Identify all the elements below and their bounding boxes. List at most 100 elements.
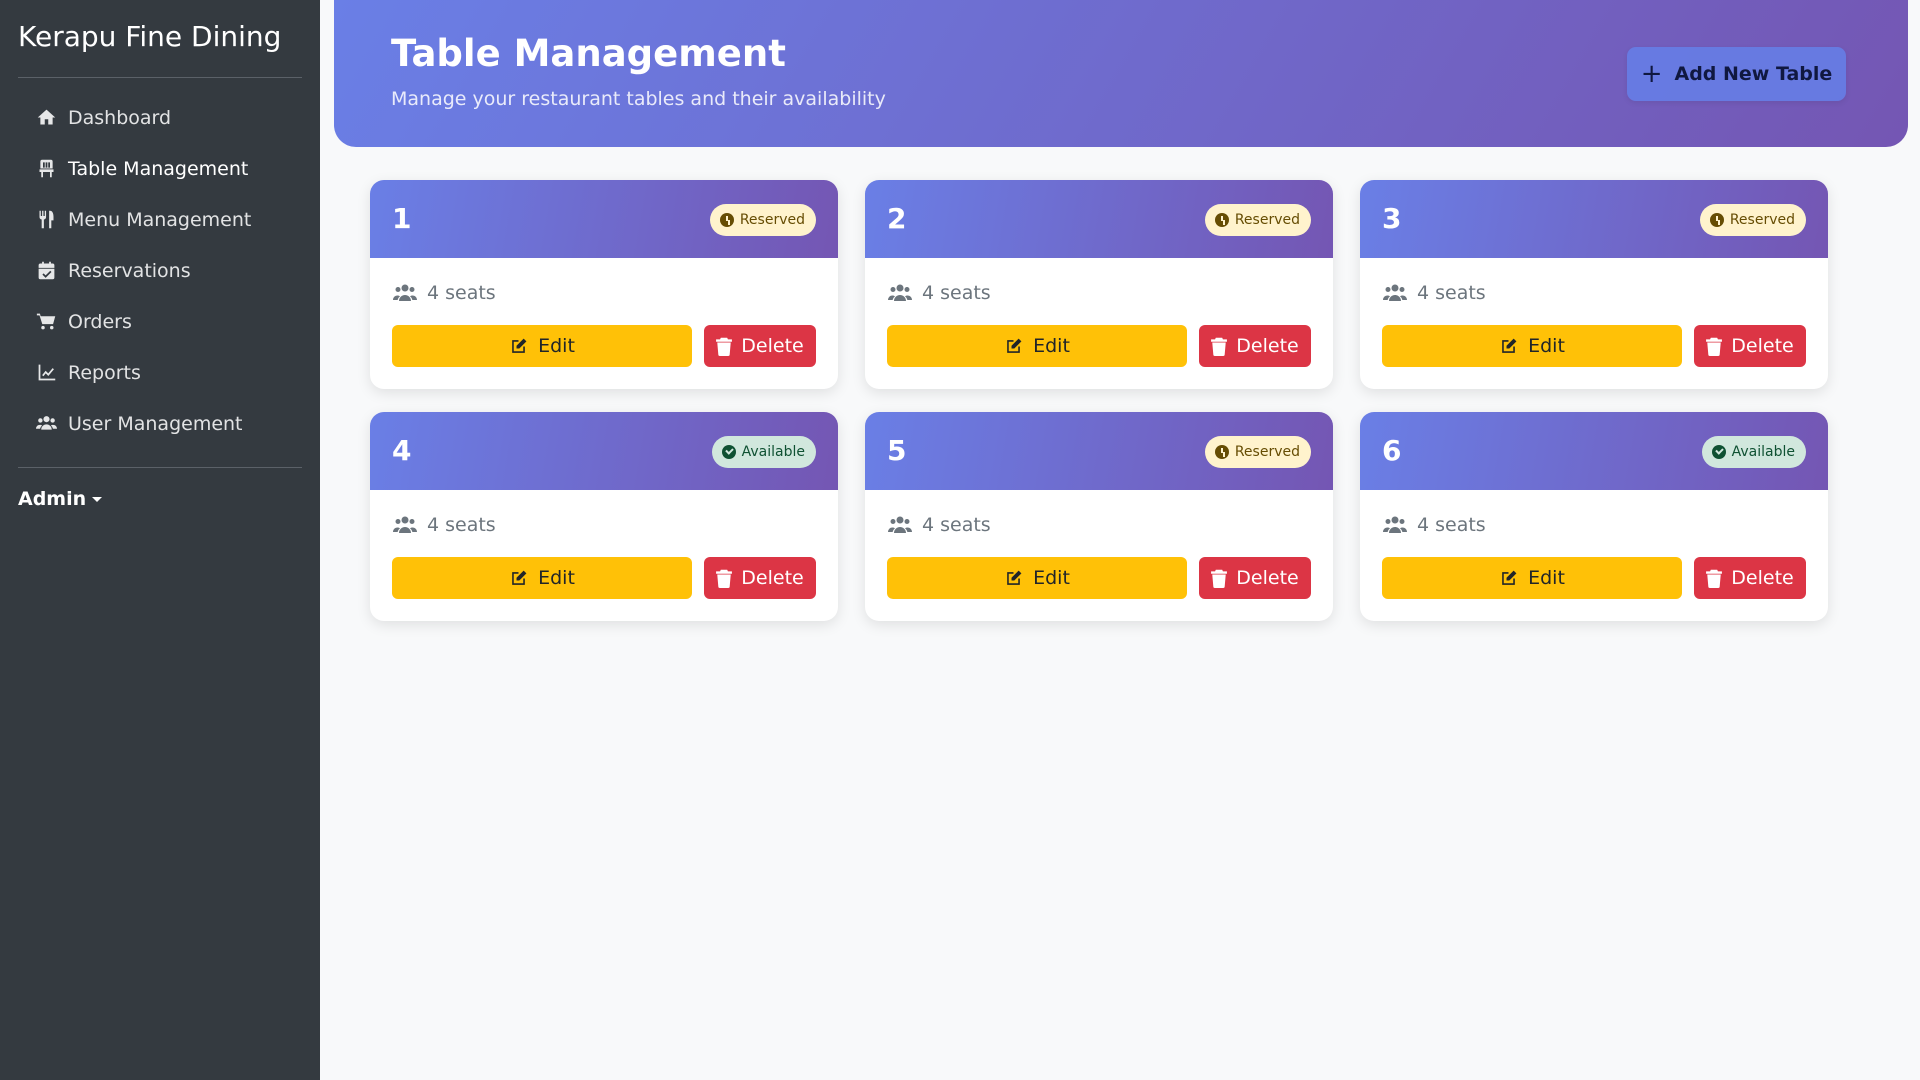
- seat-count-label: 4 seats: [922, 514, 991, 536]
- clock-icon: [719, 213, 734, 227]
- sidebar-item-label: Table Management: [68, 157, 249, 180]
- delete-label: Delete: [1236, 335, 1299, 357]
- sidebar-item-label: Reports: [68, 361, 141, 384]
- edit-button[interactable]: Edit: [392, 557, 692, 599]
- chart-line-icon: [34, 362, 58, 384]
- status-label: Reserved: [1234, 444, 1300, 460]
- sidebar-item-table-management[interactable]: Table Management: [18, 143, 302, 194]
- sidebar-item-label: Menu Management: [68, 208, 252, 231]
- users-icon: [34, 413, 58, 435]
- edit-label: Edit: [1528, 335, 1565, 357]
- table-number: 3: [1382, 202, 1402, 235]
- table-card-header: 4 Available: [370, 412, 838, 490]
- status-badge: Available: [711, 436, 816, 468]
- status-label: Reserved: [739, 212, 805, 228]
- seat-count: 4 seats: [392, 282, 496, 304]
- status-badge: Reserved: [1204, 436, 1311, 468]
- seat-count: 4 seats: [392, 514, 496, 536]
- sidebar-item-label: Orders: [68, 310, 132, 333]
- edit-button[interactable]: Edit: [1382, 557, 1682, 599]
- sidebar-item-dashboard[interactable]: Dashboard: [18, 92, 302, 143]
- brand-title[interactable]: Kerapu Fine Dining: [18, 20, 281, 53]
- sidebar-item-reports[interactable]: Reports: [18, 347, 302, 398]
- delete-label: Delete: [1236, 567, 1299, 589]
- seat-count-label: 4 seats: [1417, 514, 1486, 536]
- edit-icon: [1007, 338, 1022, 353]
- edit-icon: [512, 570, 527, 585]
- delete-button[interactable]: Delete: [1694, 325, 1806, 367]
- edit-label: Edit: [1033, 335, 1070, 357]
- users-icon: [888, 284, 912, 301]
- add-new-table-label: Add New Table: [1674, 63, 1833, 85]
- sidebar-item-orders[interactable]: Orders: [18, 296, 302, 347]
- status-badge: Available: [1701, 436, 1806, 468]
- clock-icon: [1214, 445, 1229, 459]
- status-badge: Reserved: [709, 204, 816, 236]
- status-label: Available: [741, 444, 805, 460]
- users-icon: [393, 284, 417, 301]
- table-number: 1: [392, 202, 412, 235]
- table-card: 6 Available 4 seats Edit Delete: [1360, 412, 1828, 621]
- status-badge: Reserved: [1699, 204, 1806, 236]
- delete-label: Delete: [1731, 567, 1794, 589]
- status-label: Reserved: [1729, 212, 1795, 228]
- table-card: 2 Reserved 4 seats Edit Delete: [865, 180, 1333, 389]
- cart-icon: [34, 311, 58, 333]
- calendar-icon: [34, 260, 58, 282]
- page-title: Table Management: [391, 32, 786, 75]
- table-card-header: 3 Reserved: [1360, 180, 1828, 258]
- admin-user-menu[interactable]: Admin: [18, 488, 103, 510]
- trash-icon: [1706, 569, 1723, 588]
- chair-icon: [34, 158, 58, 180]
- edit-label: Edit: [538, 567, 575, 589]
- plus-icon: +: [1640, 59, 1663, 89]
- edit-icon: [1502, 338, 1517, 353]
- seat-count-label: 4 seats: [922, 282, 991, 304]
- table-number: 5: [887, 434, 907, 467]
- seat-count: 4 seats: [887, 282, 991, 304]
- users-icon: [1383, 516, 1407, 533]
- status-label: Available: [1731, 444, 1795, 460]
- edit-icon: [512, 338, 527, 353]
- trash-icon: [1706, 337, 1723, 356]
- page-header: Table Management Manage your restaurant …: [334, 0, 1908, 147]
- edit-button[interactable]: Edit: [887, 325, 1187, 367]
- sidebar-item-reservations[interactable]: Reservations: [18, 245, 302, 296]
- sidebar-item-label: User Management: [68, 412, 243, 435]
- seat-count-label: 4 seats: [1417, 282, 1486, 304]
- sidebar: Kerapu Fine Dining Dashboard Table Manag…: [0, 0, 320, 1080]
- delete-button[interactable]: Delete: [1199, 325, 1311, 367]
- add-new-table-button[interactable]: + Add New Table: [1627, 47, 1846, 101]
- delete-button[interactable]: Delete: [1694, 557, 1806, 599]
- sidebar-item-label: Dashboard: [68, 106, 172, 129]
- table-card: 4 Available 4 seats Edit Delete: [370, 412, 838, 621]
- seat-count-label: 4 seats: [427, 282, 496, 304]
- table-number: 2: [887, 202, 907, 235]
- sidebar-item-label: Reservations: [68, 259, 191, 282]
- trash-icon: [716, 569, 733, 588]
- edit-button[interactable]: Edit: [1382, 325, 1682, 367]
- trash-icon: [1211, 569, 1228, 588]
- table-card-header: 6 Available: [1360, 412, 1828, 490]
- delete-button[interactable]: Delete: [704, 325, 816, 367]
- edit-button[interactable]: Edit: [392, 325, 692, 367]
- edit-icon: [1502, 570, 1517, 585]
- seat-count: 4 seats: [1382, 514, 1486, 536]
- edit-label: Edit: [1528, 567, 1565, 589]
- sidebar-item-user-management[interactable]: User Management: [18, 398, 302, 449]
- table-card: 5 Reserved 4 seats Edit Delete: [865, 412, 1333, 621]
- table-card-header: 1 Reserved: [370, 180, 838, 258]
- caret-down-icon: [92, 496, 103, 502]
- trash-icon: [716, 337, 733, 356]
- delete-button[interactable]: Delete: [1199, 557, 1311, 599]
- sidebar-item-menu-management[interactable]: Menu Management: [18, 194, 302, 245]
- delete-label: Delete: [741, 567, 804, 589]
- delete-label: Delete: [1731, 335, 1794, 357]
- utensils-icon: [34, 209, 58, 231]
- table-card-header: 5 Reserved: [865, 412, 1333, 490]
- edit-label: Edit: [538, 335, 575, 357]
- edit-button[interactable]: Edit: [887, 557, 1187, 599]
- status-badge: Reserved: [1204, 204, 1311, 236]
- check-circle-icon: [1711, 445, 1726, 459]
- delete-button[interactable]: Delete: [704, 557, 816, 599]
